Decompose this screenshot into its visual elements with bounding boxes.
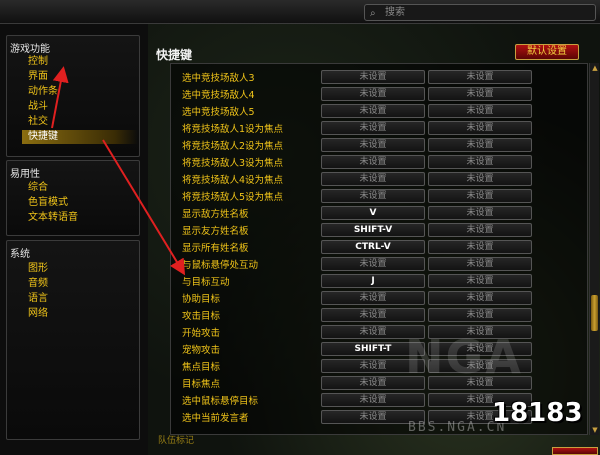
- keybinding-row: 将竞技场敌人3设为焦点 未设置 未设置: [180, 153, 580, 170]
- sidebar-item-colorblind[interactable]: 色盲模式: [28, 196, 68, 210]
- search-icon: ⌕: [370, 8, 376, 19]
- keybinding-row: 显示敌方姓名板 V 未设置: [180, 204, 580, 221]
- bottom-button[interactable]: [552, 447, 598, 455]
- keybinding-label: 将竞技场敌人4设为焦点: [182, 175, 284, 186]
- secondary-key-button[interactable]: 未设置: [428, 138, 532, 152]
- sidebar-item-graphics[interactable]: 图形: [28, 262, 48, 276]
- primary-key-button[interactable]: 未设置: [321, 172, 425, 186]
- secondary-key-button[interactable]: 未设置: [428, 223, 532, 237]
- keybinding-label: 选中竞技场敌人4: [182, 90, 255, 101]
- keybinding-label: 宠物攻击: [182, 345, 221, 356]
- keybinding-label: 协助目标: [182, 294, 221, 305]
- primary-key-button[interactable]: 未设置: [321, 155, 425, 169]
- keybinding-label: 选中当前发言者: [182, 413, 249, 424]
- watermark-nga-logo: NGA: [405, 330, 523, 384]
- page-title: 快捷键: [156, 48, 193, 62]
- keybinding-label: 显示敌方姓名板: [182, 209, 249, 220]
- scrollbar[interactable]: ▲ ▼: [589, 63, 599, 435]
- primary-key-button[interactable]: 未设置: [321, 138, 425, 152]
- primary-key-button[interactable]: J: [321, 274, 425, 288]
- watermark-18183-logo: 18183: [492, 398, 583, 428]
- secondary-key-button[interactable]: 未设置: [428, 240, 532, 254]
- sidebar-item-interface[interactable]: 界面: [28, 70, 48, 84]
- keybinding-label: 选中鼠标悬停目标: [182, 396, 259, 407]
- secondary-key-button[interactable]: 未设置: [428, 291, 532, 305]
- keybinding-row: 将竞技场敌人4设为焦点 未设置 未设置: [180, 170, 580, 187]
- sidebar-item-tts[interactable]: 文本转语音: [28, 211, 78, 225]
- keybinding-label: 与鼠标悬停处互动: [182, 260, 259, 271]
- scroll-up-icon[interactable]: ▲: [590, 63, 600, 73]
- keybinding-label: 将竞技场敌人5设为焦点: [182, 192, 284, 203]
- primary-key-button[interactable]: 未设置: [321, 291, 425, 305]
- keybinding-label: 目标焦点: [182, 379, 221, 390]
- scroll-thumb[interactable]: [591, 295, 598, 331]
- sidebar-item-combat[interactable]: 战斗: [28, 100, 48, 114]
- scroll-down-icon[interactable]: ▼: [590, 425, 600, 435]
- keybinding-row: 显示所有姓名板 CTRL-V 未设置: [180, 238, 580, 255]
- secondary-key-button[interactable]: 未设置: [428, 274, 532, 288]
- secondary-key-button[interactable]: 未设置: [428, 308, 532, 322]
- default-settings-button[interactable]: 默认设置: [515, 44, 579, 60]
- keybinding-label: 将竞技场敌人1设为焦点: [182, 124, 284, 135]
- primary-key-button[interactable]: 未设置: [321, 70, 425, 84]
- primary-key-button[interactable]: 未设置: [321, 104, 425, 118]
- primary-key-button[interactable]: 未设置: [321, 308, 425, 322]
- keybinding-row: 攻击目标 未设置 未设置: [180, 306, 580, 323]
- sidebar-item-actionbars[interactable]: 动作条: [28, 85, 58, 99]
- keybinding-label: 与目标互动: [182, 277, 230, 288]
- secondary-key-button[interactable]: 未设置: [428, 121, 532, 135]
- sidebar-section-system: [6, 240, 140, 440]
- primary-key-button[interactable]: CTRL-V: [321, 240, 425, 254]
- primary-key-button[interactable]: 未设置: [321, 87, 425, 101]
- secondary-key-button[interactable]: 未设置: [428, 206, 532, 220]
- secondary-key-button[interactable]: 未设置: [428, 155, 532, 169]
- primary-key-button[interactable]: 未设置: [321, 257, 425, 271]
- primary-key-button[interactable]: 未设置: [321, 189, 425, 203]
- primary-key-button[interactable]: SHIFT-V: [321, 223, 425, 237]
- secondary-key-button[interactable]: 未设置: [428, 104, 532, 118]
- primary-key-button[interactable]: 未设置: [321, 121, 425, 135]
- keybinding-label: 焦点目标: [182, 362, 221, 373]
- sidebar-section-title: 系统: [10, 249, 30, 260]
- sidebar-item-controls[interactable]: 控制: [28, 55, 48, 69]
- secondary-key-button[interactable]: 未设置: [428, 70, 532, 84]
- keybinding-row: 与目标互动 J 未设置: [180, 272, 580, 289]
- sidebar-item-audio[interactable]: 音频: [28, 277, 48, 291]
- sidebar-item-social[interactable]: 社交: [28, 115, 48, 129]
- sidebar-item-keybindings[interactable]: 快捷键: [22, 130, 138, 144]
- keybinding-row: 选中竞技场敌人5 未设置 未设置: [180, 102, 580, 119]
- keybinding-label: 选中竞技场敌人5: [182, 107, 255, 118]
- keybinding-row: 选中竞技场敌人4 未设置 未设置: [180, 85, 580, 102]
- secondary-key-button[interactable]: 未设置: [428, 87, 532, 101]
- keybinding-label: 将竞技场敌人2设为焦点: [182, 141, 284, 152]
- sidebar-item-language[interactable]: 语言: [28, 292, 48, 306]
- keybinding-label: 显示友方姓名板: [182, 226, 249, 237]
- secondary-key-button[interactable]: 未设置: [428, 172, 532, 186]
- keybinding-row: 协助目标 未设置 未设置: [180, 289, 580, 306]
- search-input[interactable]: ⌕ 搜索: [364, 4, 596, 21]
- secondary-key-button[interactable]: 未设置: [428, 189, 532, 203]
- primary-key-button[interactable]: V: [321, 206, 425, 220]
- keybinding-row: 与鼠标悬停处互动 未设置 未设置: [180, 255, 580, 272]
- primary-key-button[interactable]: 未设置: [321, 393, 425, 407]
- keybinding-row: 选中竞技场敌人3 未设置 未设置: [180, 68, 580, 85]
- sidebar-item-network[interactable]: 网络: [28, 307, 48, 321]
- keybinding-label: 开始攻击: [182, 328, 221, 339]
- keybinding-label: 将竞技场敌人3设为焦点: [182, 158, 284, 169]
- sidebar-item-general[interactable]: 综合: [28, 181, 48, 195]
- top-bar: ⌕ 搜索: [0, 0, 600, 24]
- keybinding-label: 攻击目标: [182, 311, 221, 322]
- search-placeholder: 搜索: [385, 7, 405, 18]
- sidebar-section-title: 游戏功能: [10, 44, 50, 55]
- keybinding-row: 将竞技场敌人5设为焦点 未设置 未设置: [180, 187, 580, 204]
- keybinding-label: 显示所有姓名板: [182, 243, 249, 254]
- keybinding-row: 将竞技场敌人2设为焦点 未设置 未设置: [180, 136, 580, 153]
- keybinding-row: 显示友方姓名板 SHIFT-V 未设置: [180, 221, 580, 238]
- sidebar-section-title: 易用性: [10, 169, 40, 180]
- keybinding-row: 将竞技场敌人1设为焦点 未设置 未设置: [180, 119, 580, 136]
- secondary-key-button[interactable]: 未设置: [428, 257, 532, 271]
- keybinding-label: 选中竞技场敌人3: [182, 73, 255, 84]
- next-section-header: 队伍标记: [158, 436, 195, 446]
